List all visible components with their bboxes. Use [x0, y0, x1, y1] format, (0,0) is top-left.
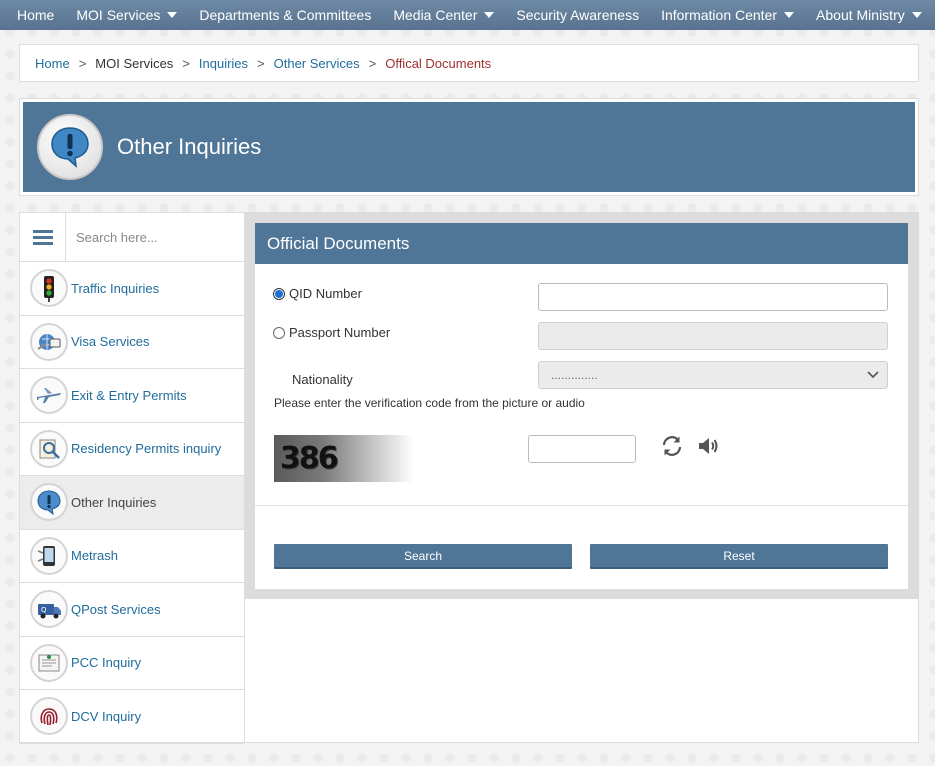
svg-text:Q: Q — [41, 606, 47, 614]
breadcrumb-separator: > — [182, 55, 190, 71]
hamburger-menu-icon[interactable] — [20, 213, 66, 261]
airplane-icon — [30, 376, 68, 415]
sidebar-item-traffic-inquiries[interactable]: Traffic Inquiries — [20, 262, 244, 316]
sidebar: Traffic Inquiries Visa Services Exit & E… — [19, 212, 245, 744]
nav-security-awareness[interactable]: Security Awareness — [516, 7, 639, 23]
top-navigation: Home MOI Services Departments & Committe… — [0, 0, 935, 30]
passport-radio[interactable] — [273, 326, 285, 339]
breadcrumb-moi-services: MOI Services — [95, 55, 174, 71]
sidebar-item-label: Exit & Entry Permits — [71, 387, 187, 403]
breadcrumb-current: Offical Documents — [385, 55, 492, 71]
nationality-label: Nationality — [292, 372, 353, 387]
form-panel-frame: Official Documents QID Number Passport N… — [245, 213, 918, 599]
nationality-select[interactable]: .............. — [538, 361, 888, 389]
form-area: QID Number Passport Number Nationality .… — [255, 264, 908, 589]
verification-instructions: Please enter the verification code from … — [274, 396, 585, 410]
nav-security-awareness-label: Security Awareness — [516, 7, 640, 23]
nav-departments[interactable]: Departments & Committees — [199, 7, 371, 23]
sidebar-item-label: PCC Inquiry — [71, 655, 142, 671]
nav-information-center[interactable]: Information Center — [661, 7, 795, 23]
nav-about-ministry-label: About Ministry — [816, 7, 905, 23]
nav-departments-label: Departments & Committees — [199, 7, 372, 23]
qid-radio-row[interactable]: QID Number — [273, 286, 362, 301]
qid-radio[interactable] — [273, 287, 285, 300]
fingerprint-icon — [30, 697, 68, 736]
breadcrumb-inquiries[interactable]: Inquiries — [199, 56, 248, 71]
exclamation-speech-bubble-icon — [37, 114, 103, 180]
main-content: Official Documents QID Number Passport N… — [244, 212, 919, 743]
nav-about-ministry[interactable]: About Ministry — [816, 7, 922, 23]
qpost-van-icon: Q — [30, 590, 68, 629]
passport-input[interactable] — [538, 322, 888, 350]
audio-speaker-icon[interactable] — [695, 433, 721, 459]
nav-moi-services[interactable]: MOI Services — [76, 7, 178, 23]
sidebar-item-metrash[interactable]: Metrash — [20, 530, 244, 583]
qid-label: QID Number — [289, 286, 362, 301]
sidebar-item-residency-permits[interactable]: Residency Permits inquiry — [20, 423, 244, 476]
sidebar-item-label: Metrash — [71, 548, 118, 564]
sidebar-item-other-inquiries[interactable]: Other Inquiries — [20, 476, 244, 530]
search-button[interactable]: Search — [274, 544, 572, 569]
page-title: Other Inquiries — [117, 134, 262, 159]
form-title: Official Documents — [255, 223, 908, 264]
sidebar-item-exit-entry-permits[interactable]: Exit & Entry Permits — [20, 369, 244, 423]
qid-input[interactable] — [538, 283, 888, 311]
breadcrumb-home[interactable]: Home — [35, 56, 70, 71]
page-banner: Other Inquiries — [19, 98, 919, 196]
exclamation-icon — [30, 483, 68, 522]
visa-icon — [30, 322, 68, 361]
search-button-label: Search — [403, 548, 443, 563]
sidebar-item-label: Traffic Inquiries — [71, 280, 160, 296]
sidebar-item-pcc-inquiry[interactable]: PCC Inquiry — [20, 637, 244, 690]
captcha-input[interactable] — [528, 435, 636, 463]
breadcrumb: Home > MOI Services > Inquiries > Other … — [19, 44, 919, 82]
passport-label: Passport Number — [289, 325, 391, 340]
caret-down-icon — [167, 12, 178, 18]
breadcrumb-separator: > — [257, 55, 265, 71]
sidebar-item-visa-services[interactable]: Visa Services — [20, 316, 244, 369]
nationality-selected-value: .............. — [551, 368, 598, 382]
sidebar-item-label: QPost Services — [71, 601, 161, 617]
nav-moi-services-label: MOI Services — [76, 7, 161, 23]
sidebar-item-label: Visa Services — [71, 334, 150, 350]
sidebar-item-label: Other Inquiries — [71, 494, 157, 510]
banner-inner: Other Inquiries — [23, 102, 915, 192]
residency-icon — [30, 429, 68, 468]
refresh-icon[interactable] — [659, 433, 685, 459]
sidebar-item-label: Residency Permits inquiry — [71, 441, 222, 457]
caret-down-icon — [484, 12, 495, 18]
nav-media-center[interactable]: Media Center — [393, 7, 495, 23]
traffic-light-icon — [30, 269, 68, 308]
chevron-down-icon — [867, 371, 879, 379]
sidebar-item-qpost-services[interactable]: Q QPost Services — [20, 583, 244, 637]
reset-button-label: Reset — [723, 548, 755, 563]
caret-down-icon — [911, 12, 922, 18]
passport-radio-row[interactable]: Passport Number — [273, 325, 390, 340]
breadcrumb-separator: > — [78, 55, 87, 71]
sidebar-search-input[interactable] — [66, 222, 236, 252]
certificate-icon — [30, 643, 68, 682]
nav-home[interactable]: Home — [17, 7, 54, 23]
nav-home-label: Home — [17, 7, 55, 23]
nav-media-center-label: Media Center — [393, 7, 478, 23]
form-panel: Official Documents QID Number Passport N… — [255, 223, 908, 589]
reset-button[interactable]: Reset — [590, 544, 888, 569]
form-divider — [255, 505, 908, 506]
sidebar-search — [20, 213, 244, 262]
sidebar-item-dcv-inquiry[interactable]: DCV Inquiry — [20, 690, 244, 744]
caret-down-icon — [784, 12, 795, 18]
breadcrumb-other-services[interactable]: Other Services — [274, 56, 360, 71]
metrash-icon — [30, 536, 68, 575]
sidebar-item-label: DCV Inquiry — [71, 708, 142, 724]
captcha-image: 386 — [274, 435, 414, 482]
breadcrumb-separator: > — [368, 55, 377, 71]
captcha-code: 386 — [280, 441, 339, 476]
nav-information-center-label: Information Center — [661, 7, 778, 23]
